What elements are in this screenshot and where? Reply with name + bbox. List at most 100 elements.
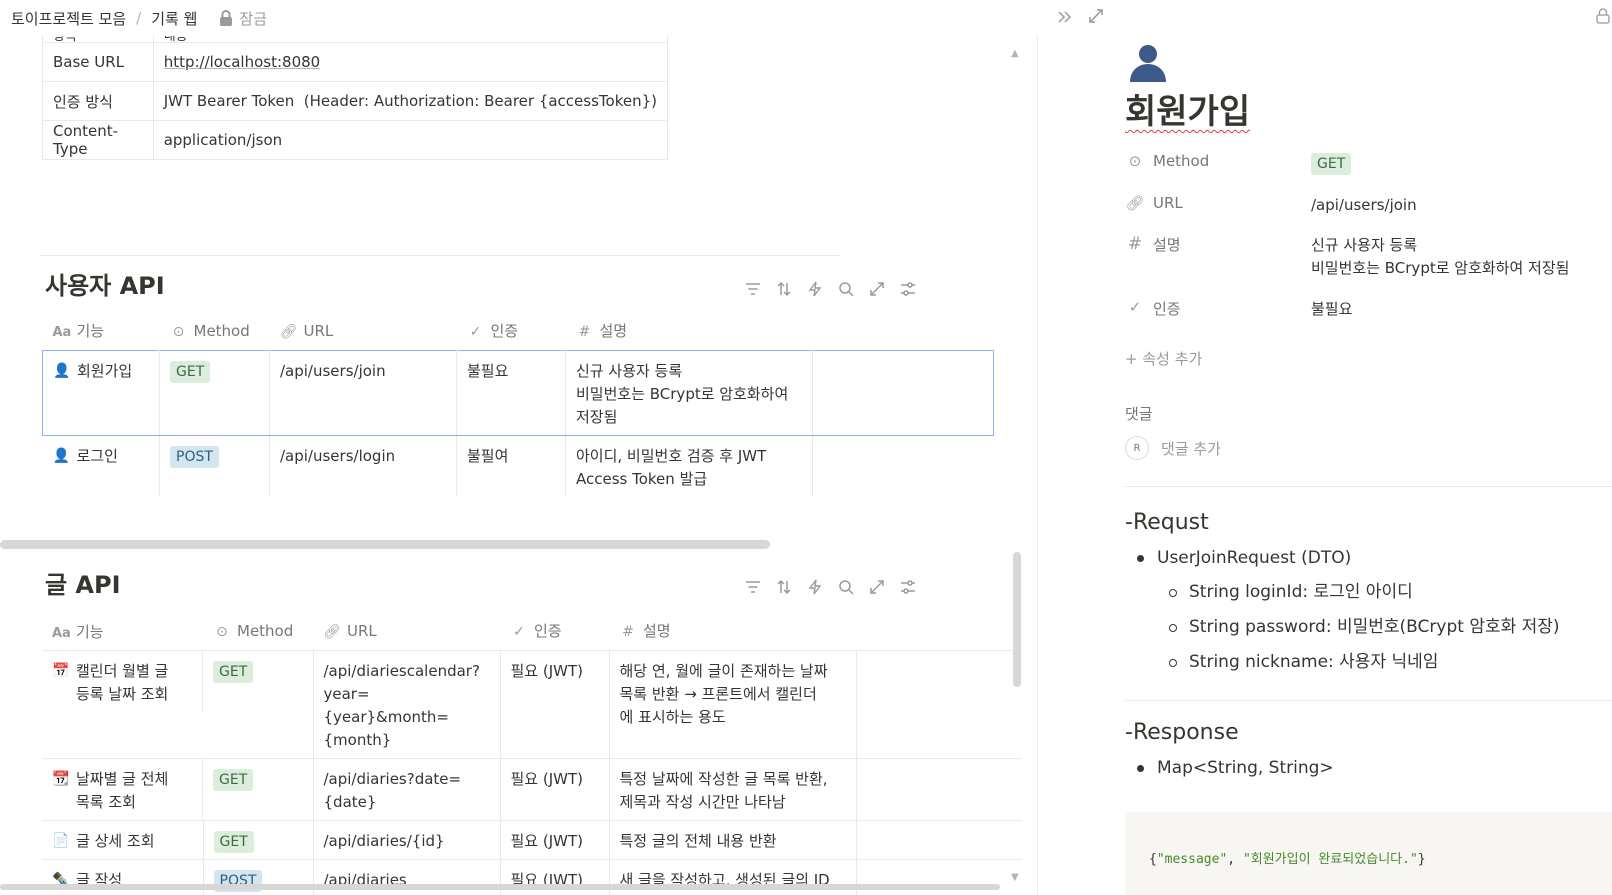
column-header-url[interactable]: 🔗︎ URL (270, 312, 457, 350)
horizontal-scrollbar[interactable] (0, 540, 770, 549)
cell-method[interactable]: POST (159, 434, 270, 497)
cell-desc[interactable]: 해당 연, 월에 글이 존재하는 날짜 목록 반환 → 프론트에서 캘린더 에 … (609, 649, 857, 758)
open-full-page-icon[interactable] (1088, 8, 1104, 30)
cell-method[interactable]: GET (203, 757, 314, 821)
cell-url[interactable]: /api/diariescalendar? year={year}&month=… (313, 649, 501, 758)
hash-icon: # (1127, 234, 1143, 254)
column-header-name[interactable]: Aa 기능 (43, 312, 160, 350)
vertical-scrollbar-thumb[interactable] (1013, 552, 1021, 687)
settings-icon[interactable] (899, 578, 917, 596)
sort-icon[interactable] (775, 578, 793, 596)
calendar-date-icon: 📆 (52, 771, 70, 787)
scroll-down-arrow-icon[interactable]: ▼ (1011, 872, 1019, 883)
user-page-icon[interactable] (1126, 40, 1170, 84)
table-row[interactable]: 👤 로그인 POST /api/users/login 불필여 아이디, 비밀번호… (42, 434, 994, 497)
table-row: Base URL http://localhost:8080 (42, 42, 669, 82)
cell-name[interactable]: 📄 글 상세 조회 (42, 820, 204, 860)
cell-url[interactable]: /api/diaries/{id} (313, 820, 501, 860)
column-header-auth[interactable]: ✓ 인증 (457, 312, 566, 350)
cell-method[interactable]: GET (203, 649, 314, 758)
main-page: 토이프로젝트 모음 / 기록 웹 잠금 항목 내용 Base URL http:… (0, 0, 1040, 895)
lock-indicator[interactable]: 잠금 (219, 8, 267, 29)
column-header-name[interactable]: Aa 기능 (42, 612, 203, 650)
check-icon: ✓ (513, 624, 525, 641)
notion-app: 토이프로젝트 모음 / 기록 웹 잠금 항목 내용 Base URL http:… (0, 0, 1612, 895)
list-item: String nickname: 사용자 닉네임 (1125, 645, 1560, 680)
table-row[interactable]: 📅 캘린더 월별 글 등록 날짜 조회 GET /api/diariescalen… (42, 649, 1022, 758)
cell-name[interactable]: 👤 회원가입 (42, 349, 160, 436)
cell-auth[interactable]: 필요 (JWT) (500, 649, 610, 758)
link-icon: 🔗︎ (323, 623, 341, 640)
cell-name[interactable]: 📅 캘린더 월별 글 등록 날짜 조회 (42, 650, 203, 712)
cell-desc[interactable]: 특정 날짜에 작성한 글 목록 반환, 제목과 작성 시간만 나타남 (609, 757, 857, 821)
cell-url[interactable]: /api/diaries?date={date} (313, 757, 501, 821)
breadcrumb-parent[interactable]: 토이프로젝트 모음 (11, 8, 126, 29)
avatar: R (1125, 436, 1149, 460)
cell-method[interactable]: GET (159, 349, 270, 436)
cell-url[interactable]: /api/users/login (269, 434, 457, 497)
cell-name[interactable]: 📆 날짜별 글 전체 목록 조회 (42, 758, 203, 820)
property-method[interactable]: ⊙ Method GET (1125, 152, 1605, 175)
cell-desc[interactable]: 아이디, 비밀번호 검증 후 JWT Access Token 발급 (565, 434, 813, 497)
column-header-desc[interactable]: # 설명 (609, 612, 856, 650)
method-tag: GET (170, 360, 211, 383)
response-heading: -Response (1125, 720, 1239, 745)
filter-icon[interactable] (744, 280, 762, 298)
column-header-method[interactable]: ⊙ Method (160, 312, 270, 350)
cell-method[interactable]: GET (203, 820, 314, 860)
search-icon[interactable] (837, 280, 855, 298)
sort-icon[interactable] (775, 280, 793, 298)
table-cell: Content-Type (42, 120, 154, 160)
breadcrumb-current[interactable]: 기록 웹 (151, 8, 197, 29)
cell-auth[interactable]: 필요 (JWT) (500, 757, 610, 821)
page-title[interactable]: 회원가입 (1125, 84, 1250, 133)
list-item: Map<String, String> (1125, 751, 1334, 785)
code-block[interactable]: {"message", "회원가입이 완료되었습니다."} (1125, 812, 1612, 895)
add-property-button[interactable]: + 속성 추가 (1125, 348, 1202, 369)
column-header-auth[interactable]: ✓ 인증 (500, 612, 609, 650)
column-header-desc[interactable]: # 설명 (566, 312, 813, 350)
column-header-url[interactable]: 🔗︎ URL (313, 612, 500, 650)
add-comment-row[interactable]: R 댓글 추가 (1125, 436, 1221, 460)
scroll-up-arrow-icon[interactable]: ▲ (1011, 48, 1019, 59)
calendar-icon: 📅 (52, 663, 70, 679)
expand-icon[interactable] (868, 280, 886, 298)
post-api-table: Aa 기능 ⊙ Method 🔗︎ URL ✓ 인증 # 설명 📅 캘린더 월별 글 등록 … (42, 612, 1022, 895)
link-icon: 🔗︎ (279, 323, 298, 340)
cell-auth[interactable]: 필요 (JWT) (500, 820, 610, 860)
base-url-link[interactable]: http://localhost:8080 (164, 53, 321, 71)
cell-name[interactable]: 👤 로그인 (42, 434, 160, 497)
cell-auth[interactable]: 불필여 (456, 434, 566, 497)
table-row[interactable]: 📆 날짜별 글 전체 목록 조회 GET /api/diaries?date={d… (42, 757, 1022, 821)
close-peek-icon[interactable] (1056, 8, 1074, 30)
automation-icon[interactable] (806, 280, 824, 298)
search-icon[interactable] (837, 578, 855, 596)
column-header-method[interactable]: ⊙ Method (203, 612, 313, 650)
property-url[interactable]: 🔗︎ URL /api/users/join (1125, 194, 1605, 217)
expand-icon[interactable] (868, 578, 886, 596)
bottom-horizontal-scrollbar[interactable] (0, 884, 1000, 890)
cell-auth[interactable]: 불필요 (456, 349, 566, 436)
property-description[interactable]: # 설명 신규 사용자 등록 비밀번호는 BCrypt로 암호화하여 저장됨 (1125, 234, 1605, 280)
cell-desc[interactable]: 특정 글의 전체 내용 반환 (609, 820, 857, 860)
cell-empty (812, 434, 994, 497)
cell-url[interactable]: /api/users/join (269, 349, 457, 436)
automation-icon[interactable] (806, 578, 824, 596)
cell-empty (856, 757, 1022, 821)
text-icon: Aa (52, 625, 71, 641)
filter-icon[interactable] (744, 578, 762, 596)
table-row[interactable]: 📄 글 상세 조회 GET /api/diaries/{id} 필요 (JWT) … (42, 820, 1022, 860)
api-info-table: 항목 내용 Base URL http://localhost:8080 인증 … (42, 24, 669, 160)
comments-label: 댓글 (1125, 405, 1153, 423)
cell-empty (856, 649, 1022, 758)
table-row[interactable]: 👤 회원가입 GET /api/users/join 불필요 신규 사용자 등록 … (42, 349, 994, 436)
check-icon: ✓ (469, 324, 482, 341)
divider (40, 255, 840, 256)
cell-desc[interactable]: 신규 사용자 등록 비밀번호는 BCrypt로 암호화하여 저장됨 (565, 349, 813, 436)
property-auth[interactable]: ✓ 인증 불필요 (1125, 298, 1605, 321)
add-comment-input[interactable]: 댓글 추가 (1161, 438, 1221, 459)
page-lock-icon[interactable] (1596, 8, 1610, 28)
method-icon: ⊙ (172, 323, 185, 340)
peek-toolbar (1056, 8, 1104, 30)
settings-icon[interactable] (899, 280, 917, 298)
